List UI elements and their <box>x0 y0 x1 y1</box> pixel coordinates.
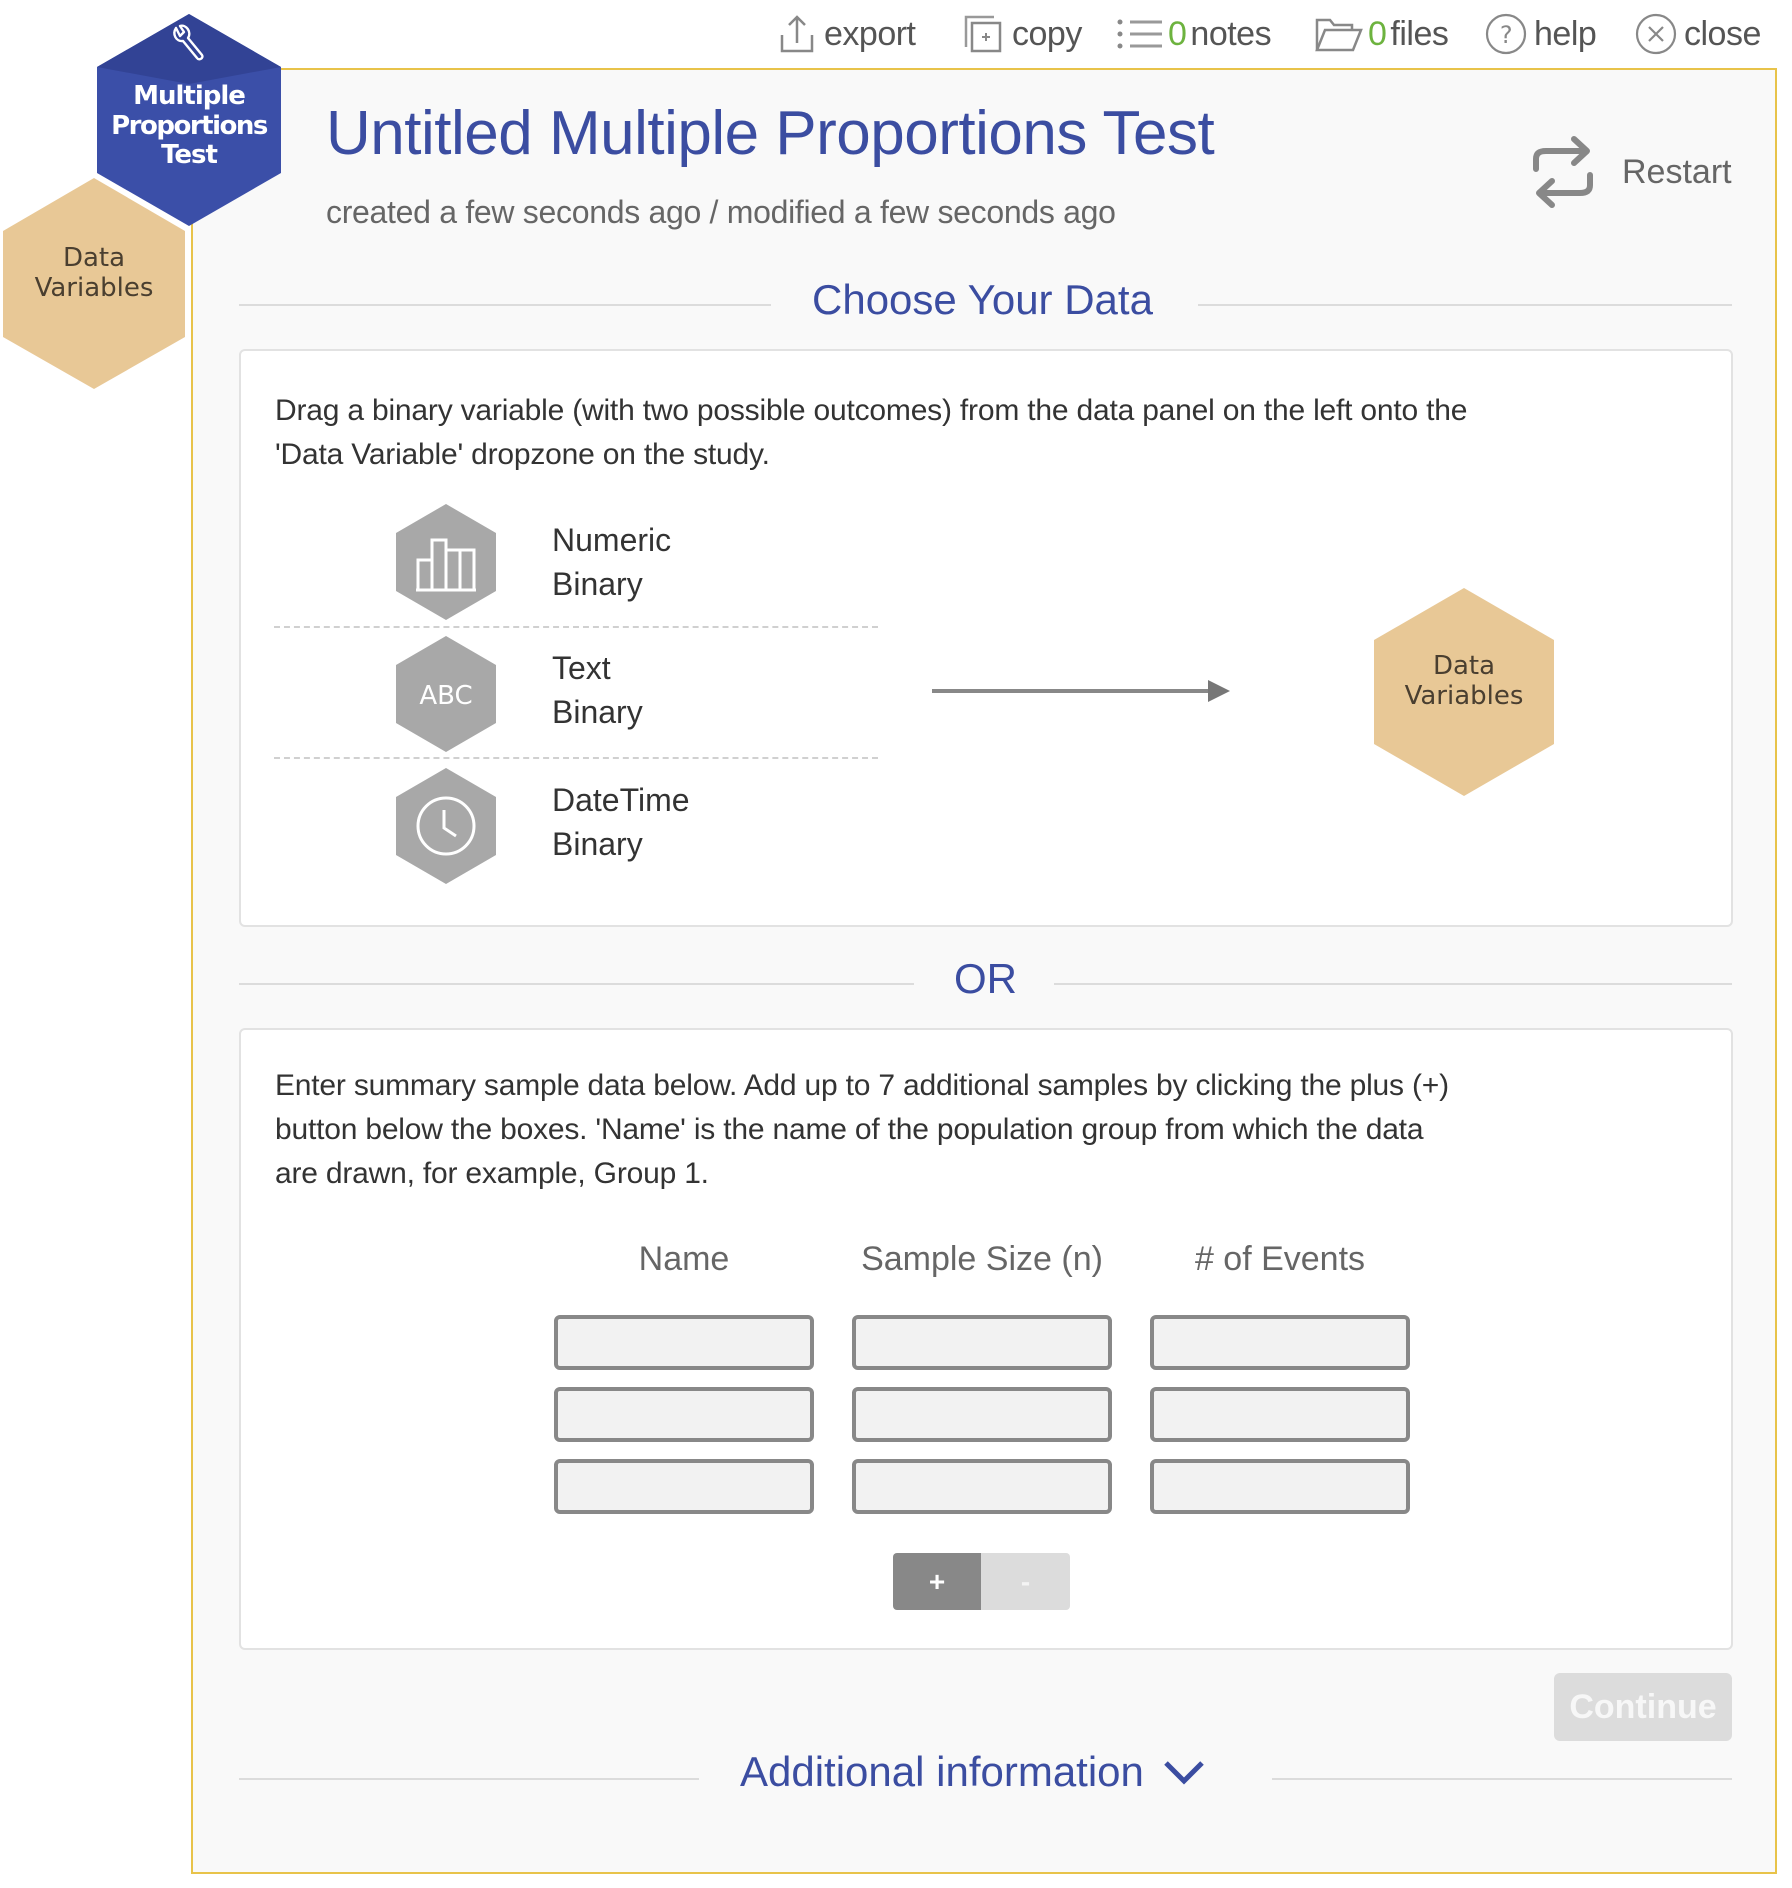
study-hex-line3: Test <box>161 140 217 170</box>
remove-sample-button[interactable]: - <box>981 1553 1070 1610</box>
notes-list-icon <box>1117 19 1162 49</box>
events-input-2[interactable] <box>1150 1387 1410 1442</box>
text-sublabel: Binary <box>552 694 643 730</box>
summary-instructions-line3: are drawn, for example, Group 1. <box>275 1157 709 1190</box>
notes-label: notes <box>1190 14 1272 53</box>
row-separator <box>274 757 878 759</box>
files-count: 0 <box>1368 14 1387 53</box>
add-sample-button[interactable]: + <box>893 1553 981 1610</box>
or-divider-left <box>239 983 914 985</box>
datetime-label: DateTime <box>552 782 690 818</box>
sample-size-input-2[interactable] <box>852 1387 1112 1442</box>
close-icon <box>1635 13 1677 55</box>
chevron-down-icon <box>1164 1761 1204 1785</box>
text-label: Text <box>552 650 611 686</box>
or-divider-right <box>1054 983 1732 985</box>
numeric-hex <box>396 504 496 620</box>
help-icon: ? <box>1485 13 1527 55</box>
close-label: close <box>1684 14 1761 53</box>
abc-text-icon: ABC <box>419 681 472 711</box>
notes-button[interactable]: 0 notes <box>1116 14 1272 54</box>
events-input-3[interactable] <box>1150 1459 1410 1514</box>
drag-instructions-line1: Drag a binary variable (with two possibl… <box>275 394 1468 427</box>
restart-label: Restart <box>1622 152 1732 191</box>
variable-type-text[interactable]: ABC Text Binary <box>274 636 878 766</box>
arrow-right-icon <box>932 680 1230 702</box>
name-input-1[interactable] <box>554 1315 814 1370</box>
summary-instructions-line2: button below the boxes. 'Name' is the na… <box>275 1113 1424 1146</box>
numeric-label: Numeric <box>552 522 672 558</box>
sample-size-input-1[interactable] <box>852 1315 1112 1370</box>
files-button[interactable]: 0 files <box>1314 14 1449 54</box>
export-button[interactable]: export <box>778 14 916 54</box>
copy-icon <box>964 15 1002 53</box>
summary-instructions-line1: Enter summary sample data below. Add up … <box>275 1069 1449 1102</box>
or-label: OR <box>954 955 1017 1002</box>
datetime-hex <box>396 768 496 884</box>
page-title[interactable]: Untitled Multiple Proportions Test <box>326 98 1215 169</box>
variable-type-numeric[interactable]: Numeric Binary <box>274 504 878 634</box>
restart-button[interactable]: Restart <box>1530 132 1732 212</box>
drag-instructions: Drag a binary variable (with two possibl… <box>275 389 1697 477</box>
restart-arrows-icon <box>1533 136 1593 208</box>
close-button[interactable]: close <box>1634 13 1761 55</box>
export-label: export <box>824 14 916 53</box>
numeric-sublabel: Binary <box>552 566 643 602</box>
timestamps: created a few seconds ago / modified a f… <box>326 194 1116 230</box>
add-remove-sample-group: + - <box>893 1553 1070 1610</box>
divider-left <box>239 304 771 306</box>
name-input-2[interactable] <box>554 1387 814 1442</box>
column-header-name: Name <box>638 1240 730 1278</box>
datetime-sublabel: Binary <box>552 826 643 862</box>
column-header-sample-size: Sample Size (n) <box>861 1240 1103 1278</box>
files-label: files <box>1390 14 1449 53</box>
dropzone-line1: Data <box>1433 651 1495 681</box>
choose-data-heading: Choose Your Data <box>812 276 1153 323</box>
help-label: help <box>1534 14 1597 53</box>
drag-instructions-line2: 'Data Variable' dropzone on the study. <box>275 438 770 471</box>
row-separator <box>274 626 878 628</box>
folder-icon <box>1315 18 1363 52</box>
copy-button[interactable]: copy <box>962 14 1082 54</box>
data-variable-dropzone[interactable]: Data Variables <box>1374 588 1554 796</box>
study-hex-line2: Proportions <box>111 111 268 141</box>
name-input-3[interactable] <box>554 1459 814 1514</box>
events-input-1[interactable] <box>1150 1315 1410 1370</box>
additional-information-toggle[interactable]: Additional information <box>740 1748 1206 1796</box>
notes-count: 0 <box>1168 14 1187 53</box>
additional-information-label: Additional information <box>740 1748 1144 1795</box>
data-hex-line2: Variables <box>35 273 154 303</box>
column-header-events: # of Events <box>1194 1240 1366 1278</box>
additional-divider-left <box>239 1778 699 1780</box>
data-hex-line1: Data <box>63 243 125 273</box>
data-variables-hex[interactable]: Data Variables <box>2 178 186 390</box>
help-button[interactable]: ? help <box>1484 13 1597 55</box>
text-hex: ABC <box>396 636 496 752</box>
continue-button[interactable]: Continue <box>1554 1673 1732 1741</box>
divider-right <box>1198 304 1732 306</box>
dropzone-line2: Variables <box>1405 681 1524 711</box>
variable-type-datetime[interactable]: DateTime Binary <box>274 768 878 898</box>
svg-text:?: ? <box>1500 21 1512 49</box>
copy-label: copy <box>1012 14 1082 53</box>
study-hex-line1: Multiple <box>133 81 245 111</box>
summary-instructions: Enter summary sample data below. Add up … <box>275 1064 1697 1196</box>
sample-size-input-3[interactable] <box>852 1459 1112 1514</box>
additional-divider-right <box>1272 1778 1732 1780</box>
export-icon <box>780 15 814 53</box>
